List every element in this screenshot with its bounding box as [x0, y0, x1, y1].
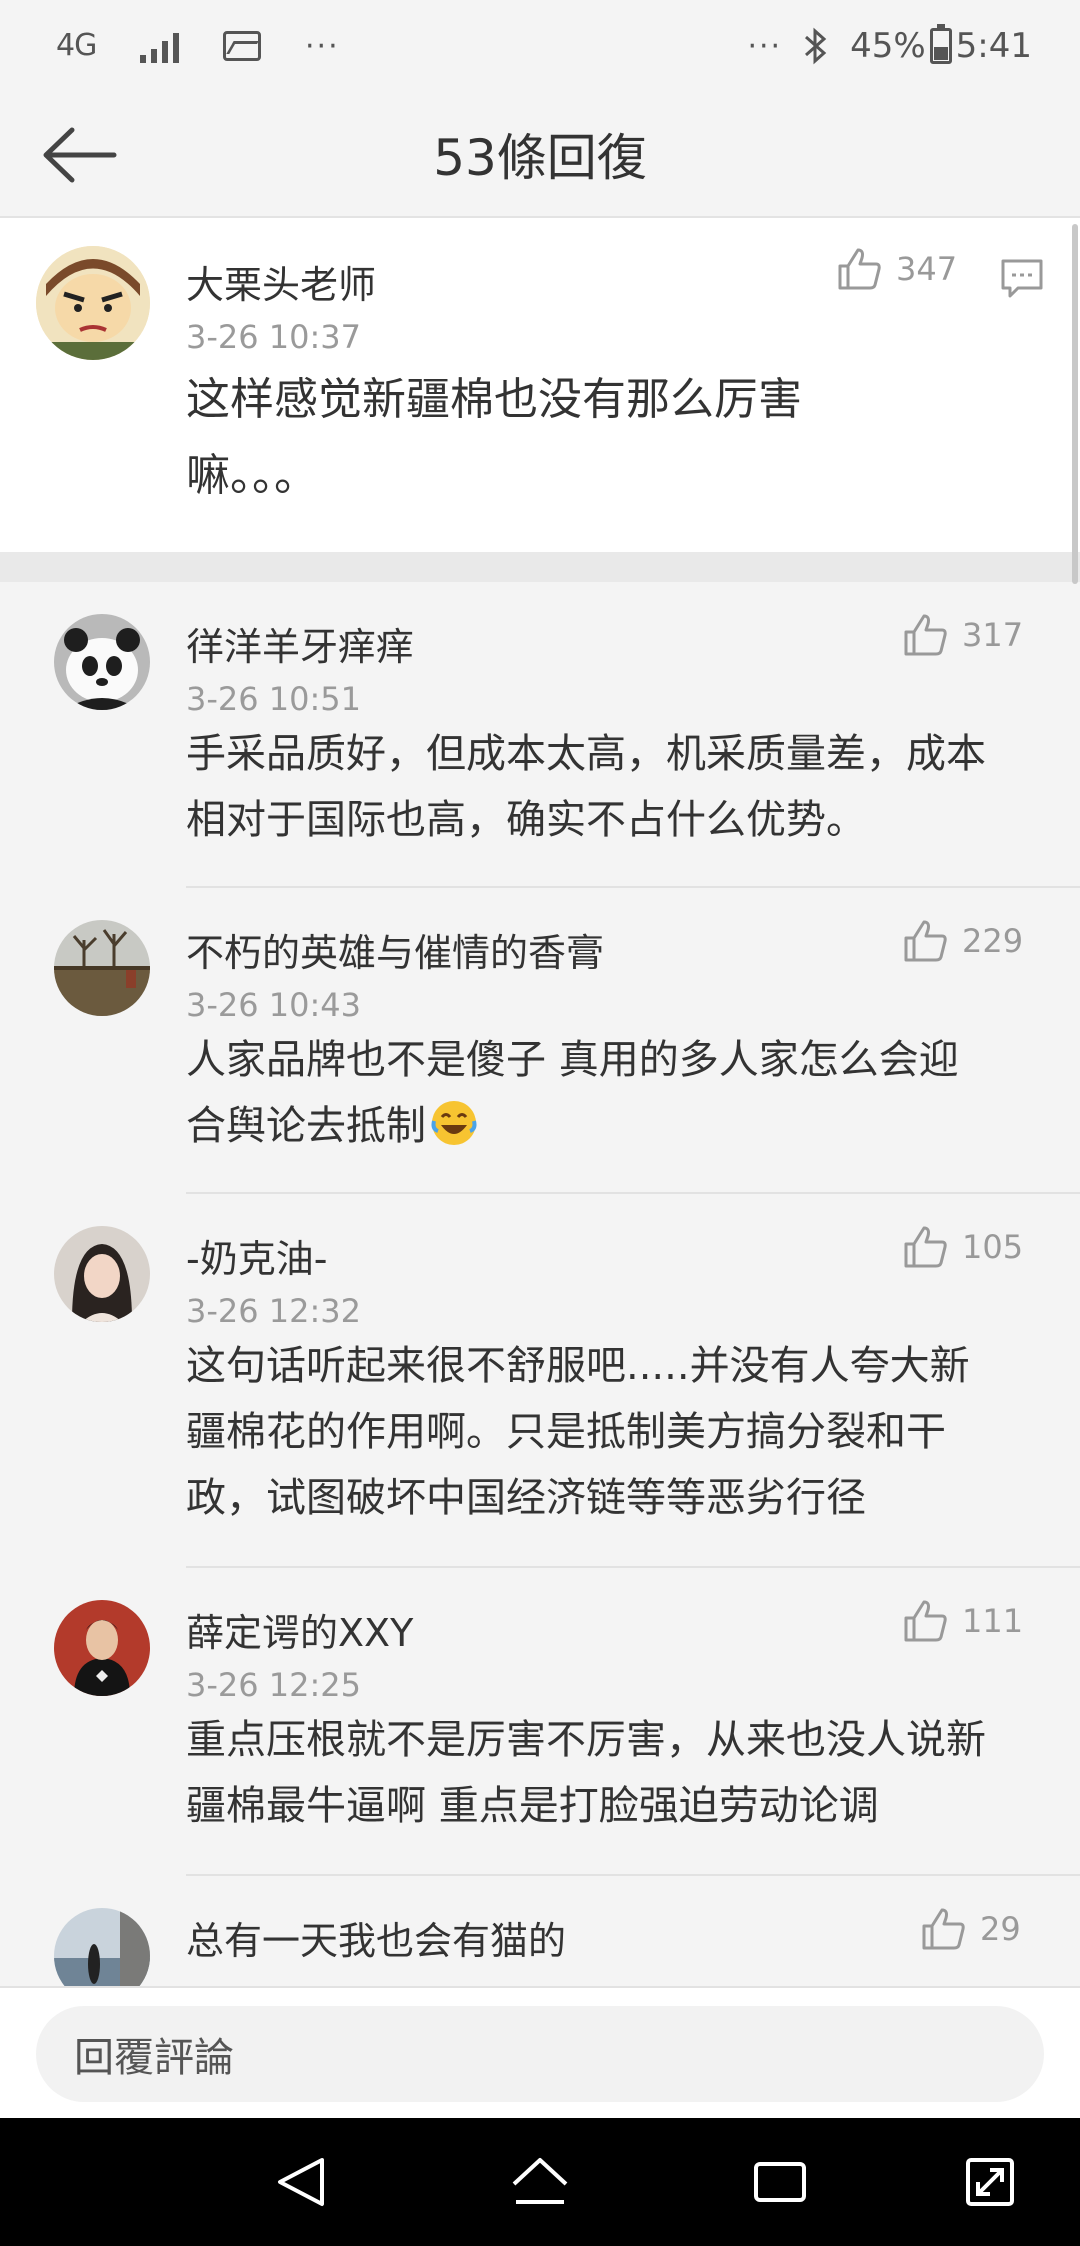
back-arrow-icon	[43, 127, 117, 183]
avatar[interactable]	[54, 1226, 150, 1322]
like-button[interactable]: 105	[902, 1224, 1023, 1270]
comment-time: 3-26 12:32	[186, 1292, 362, 1330]
comment-username[interactable]: 薛定谔的XXY	[186, 1602, 413, 1657]
avatar[interactable]	[54, 1908, 150, 1986]
bluetooth-icon	[805, 27, 827, 65]
comment-username[interactable]: 大栗头老师	[186, 254, 376, 309]
comment-username[interactable]: 徉洋羊牙痒痒	[186, 616, 414, 671]
thumbs-up-icon	[838, 248, 881, 290]
cartoon-avatar-icon	[36, 246, 150, 360]
like-count: 111	[962, 1602, 1024, 1640]
reply-item: -奶克油- 3-26 12:32 105 这句话听起来很不舒服吧.....并没有…	[0, 1194, 1080, 1568]
nav-home-icon	[512, 2158, 568, 2204]
image-notification-icon	[223, 31, 261, 61]
comment-text-line: 嘛。。。	[186, 450, 318, 501]
expand-icon	[966, 2158, 1014, 2206]
signal-icon	[140, 29, 179, 63]
nav-back-button[interactable]	[272, 2154, 332, 2210]
thumbs-up-icon	[904, 614, 947, 656]
status-bar: 4G ··· ··· 45% 5:41	[0, 0, 1080, 92]
comment-time: 3-26 12:25	[186, 1666, 362, 1704]
nav-recents-icon	[754, 2162, 806, 2202]
like-button[interactable]: 347	[836, 246, 957, 292]
comment-text-line: 疆棉最牛逼啊 重点是打脸强迫劳动论调	[186, 1783, 879, 1829]
landscape-avatar-icon	[54, 920, 150, 1016]
comment-text-line: 这句话听起来很不舒服吧.....并没有人夸大新	[186, 1343, 970, 1389]
like-button[interactable]: 111	[902, 1598, 1023, 1644]
comment-icon	[1001, 259, 1043, 298]
comment-text-line: 相对于国际也高，确实不占什么优势。	[186, 797, 866, 843]
section-separator	[0, 552, 1080, 582]
panda-avatar-icon	[54, 614, 150, 710]
clock: 5:41	[955, 26, 1032, 66]
header: 53條回復	[0, 92, 1080, 218]
reply-item: 薛定谔的XXY 3-26 12:25 111 重点压根就不是厉害不厉害，从来也没…	[0, 1568, 1080, 1876]
thumbs-up-icon	[904, 920, 947, 962]
nav-expand-button[interactable]	[960, 2154, 1020, 2210]
comment-text-line: 这样感觉新疆棉也没有那么厉害	[186, 374, 802, 425]
like-count: 317	[962, 616, 1024, 654]
reply-item: 总有一天我也会有猫的 29	[0, 1876, 1080, 1986]
battery-percent: 45%	[850, 26, 926, 66]
top-comment: 大栗头老师 3-26 10:37 347 这样感觉新疆棉也没有那么厉害 嘛。。。	[0, 218, 1080, 552]
battery-icon	[929, 24, 952, 64]
comment-time: 3-26 10:43	[186, 986, 362, 1024]
thumbs-up-icon	[904, 1600, 947, 1642]
reply-item: 徉洋羊牙痒痒 3-26 10:51 317 手采品质好，但成本太高，机采质量差，…	[0, 582, 1080, 888]
like-button[interactable]: 229	[902, 918, 1023, 964]
thumbs-up-icon	[904, 1226, 947, 1268]
comment-text-fragment: 合舆论去抵制	[186, 1103, 426, 1149]
comment-text-line: 合舆论去抵制	[186, 1092, 478, 1160]
network-4g-icon: 4G	[56, 28, 97, 63]
comment-time: 3-26 10:51	[186, 680, 362, 718]
reply-comment-button[interactable]	[1000, 258, 1044, 304]
like-count: 29	[980, 1910, 1021, 1948]
comment-time: 3-26 10:37	[186, 318, 362, 356]
reply-bar: 回覆評論	[0, 1986, 1080, 2118]
laughing-emoji-icon	[431, 1101, 477, 1145]
comment-username[interactable]: 总有一天我也会有猫的	[186, 1910, 566, 1965]
portrait-avatar-icon	[54, 1226, 150, 1322]
avatar[interactable]	[54, 614, 150, 710]
like-count: 229	[962, 922, 1024, 960]
comment-text-line: 手采品质好，但成本太高，机采质量差，成本	[186, 731, 986, 777]
avatar[interactable]	[54, 920, 150, 1016]
comment-username[interactable]: -奶克油-	[186, 1228, 327, 1283]
comment-text-line: 人家品牌也不是傻子 真用的多人家怎么会迎	[186, 1037, 959, 1083]
like-count: 347	[896, 250, 958, 288]
portrait-avatar-icon	[54, 1600, 150, 1696]
system-nav-bar	[0, 2118, 1080, 2246]
page-title: 53條回復	[433, 129, 647, 187]
like-button[interactable]: 29	[920, 1906, 1021, 1952]
nav-recents-button[interactable]	[750, 2154, 810, 2210]
reply-input[interactable]: 回覆評論	[36, 2006, 1044, 2102]
avatar[interactable]	[54, 1600, 150, 1696]
avatar[interactable]	[36, 246, 150, 360]
comment-username[interactable]: 不朽的英雄与催情的香膏	[186, 922, 604, 977]
like-count: 105	[962, 1228, 1024, 1266]
scrollbar[interactable]	[1072, 224, 1078, 584]
nav-home-button[interactable]	[510, 2154, 570, 2210]
nav-back-icon	[278, 2158, 324, 2206]
comment-text-line: 重点压根就不是厉害不厉害，从来也没人说新	[186, 1717, 986, 1763]
more-notifications-icon: ···	[305, 28, 340, 64]
like-button[interactable]: 317	[902, 612, 1023, 658]
seaside-avatar-icon	[54, 1908, 150, 1986]
comment-text-line: 政，试图破坏中国经济链等等恶劣行径	[186, 1475, 866, 1521]
back-button[interactable]	[40, 120, 120, 190]
comment-text-line: 疆棉花的作用啊。只是抵制美方搞分裂和干	[186, 1409, 946, 1455]
more-status-icon: ···	[747, 28, 783, 64]
reply-item: 不朽的英雄与催情的香膏 3-26 10:43 229 人家品牌也不是傻子 真用的…	[0, 888, 1080, 1194]
thumbs-up-icon	[922, 1908, 965, 1950]
